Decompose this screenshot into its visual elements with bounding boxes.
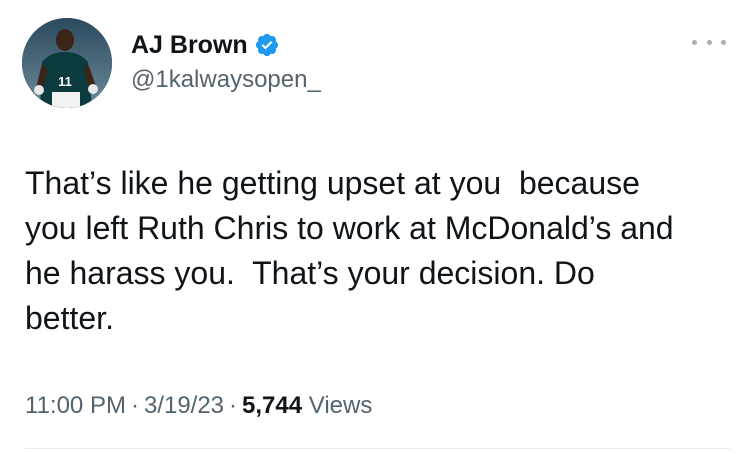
more-options-icon[interactable]	[692, 32, 726, 52]
verified-badge-icon[interactable]	[254, 32, 280, 58]
divider	[25, 448, 730, 449]
more-dot	[692, 39, 697, 45]
author-display-name[interactable]: AJ Brown	[131, 31, 248, 60]
meta-separator: ·	[130, 392, 139, 419]
views-label: Views	[308, 392, 373, 419]
meta-separator: ·	[229, 392, 238, 419]
tweet-time[interactable]: 11:00 PM	[25, 392, 126, 419]
author-handle[interactable]: @1kalwaysopen_	[131, 66, 321, 94]
tweet-text: That’s like he getting upset at you beca…	[25, 165, 674, 336]
author-name-row: AJ Brown	[131, 27, 280, 63]
tweet-date[interactable]: 3/19/23	[144, 392, 224, 419]
avatar[interactable]: 11	[22, 18, 112, 108]
views-count[interactable]: 5,744	[242, 392, 302, 419]
more-dot	[706, 39, 712, 45]
tweet-card: 11 AJ Brown @1kalwaysopen_ That’s like h…	[0, 0, 750, 454]
tweet-meta: 11:00 PM · 3/19/23 · 5,744 Views	[25, 392, 372, 420]
jersey-number: 11	[58, 74, 72, 89]
more-dot	[721, 39, 726, 45]
